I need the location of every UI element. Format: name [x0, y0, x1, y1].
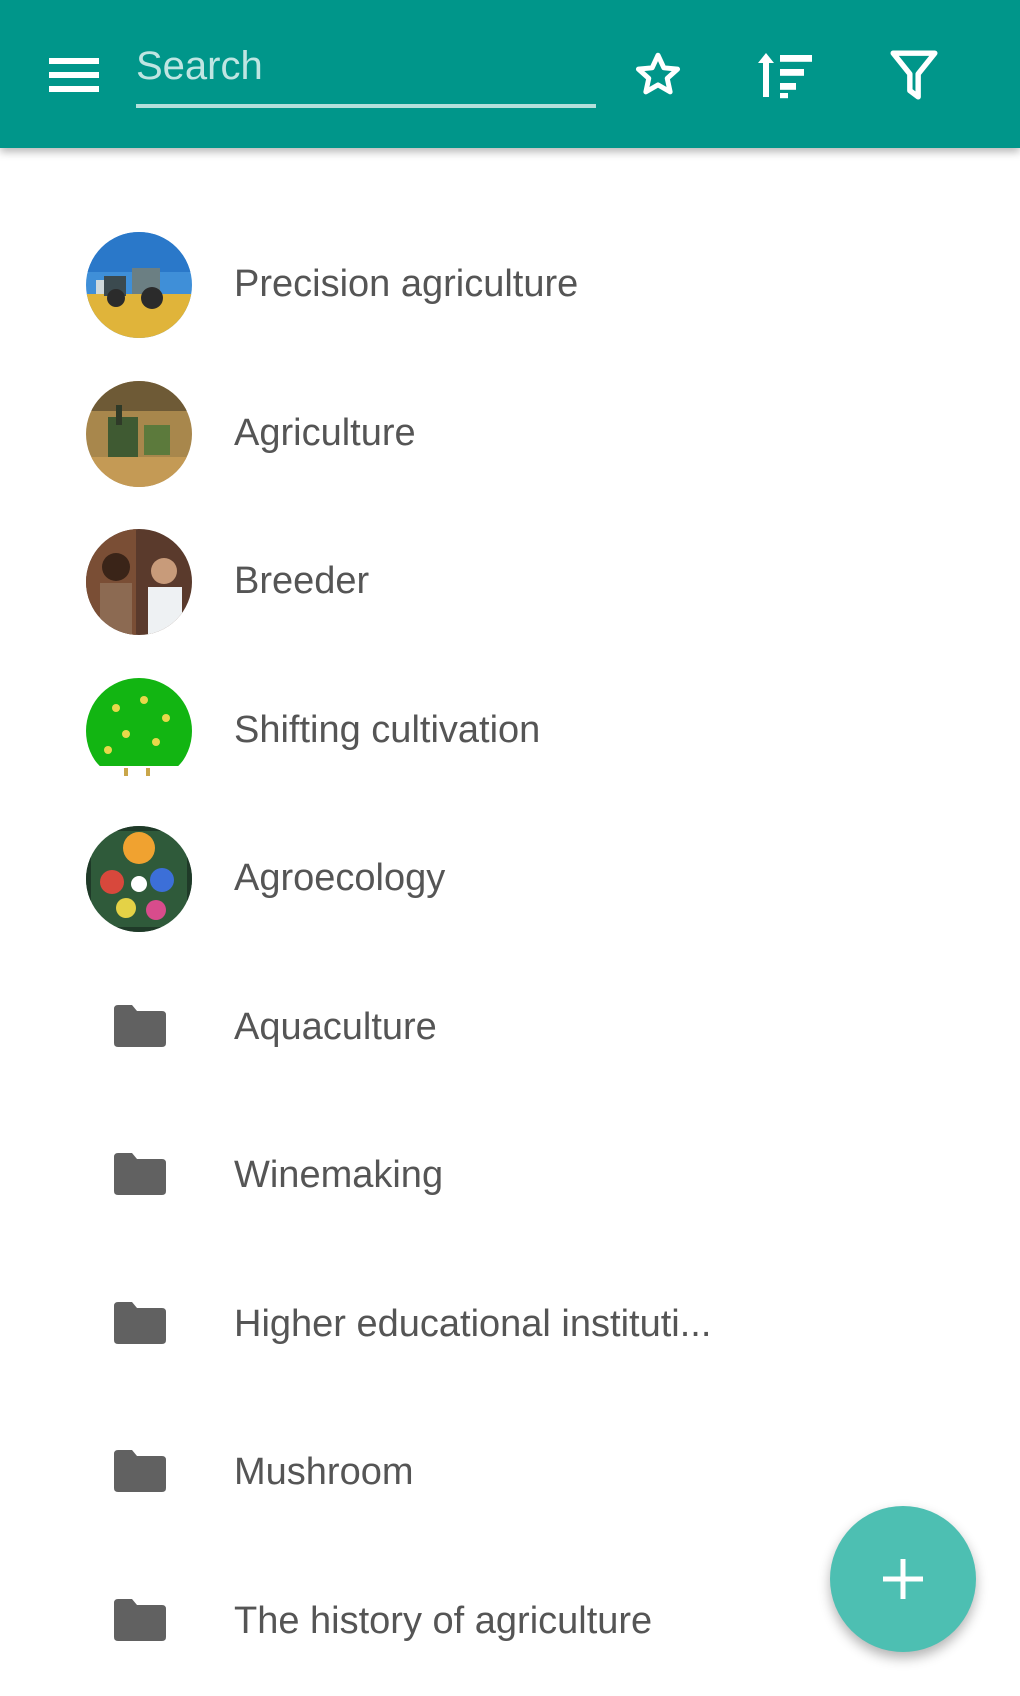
menu-icon — [49, 58, 99, 92]
plus-icon — [883, 1559, 923, 1599]
agroecology-thumbnail — [86, 826, 192, 932]
list-item[interactable]: Shifting cultivation — [0, 656, 1020, 805]
folder-icon — [114, 1450, 166, 1492]
filter-button[interactable] — [876, 40, 952, 110]
filter-icon — [890, 50, 938, 100]
list-item[interactable]: Aquaculture — [0, 953, 1020, 1102]
sort-button[interactable] — [748, 40, 824, 110]
topics-list: Precision agriculture Agriculture Breede… — [0, 210, 1020, 1695]
search-input[interactable] — [136, 30, 596, 102]
item-label: Winemaking — [234, 1154, 444, 1196]
app-screen: Precision agriculture Agriculture — [0, 0, 1020, 1696]
item-label: Shifting cultivation — [234, 708, 541, 751]
folder-icon — [114, 1598, 166, 1641]
search-box — [136, 30, 596, 110]
list-item[interactable]: Winemaking — [0, 1101, 1020, 1250]
item-label: The history of agriculture — [234, 1599, 653, 1642]
folder-icon — [114, 1153, 166, 1195]
item-label: Higher educational instituti... — [234, 1302, 712, 1345]
item-label: Precision agriculture — [234, 263, 579, 305]
search-underline — [136, 104, 596, 108]
agriculture-thumbnail — [86, 380, 192, 487]
list-item[interactable]: Agroecology — [0, 804, 1020, 953]
folder-icon — [114, 1301, 166, 1344]
item-label: Mushroom — [234, 1451, 414, 1493]
add-button[interactable] — [830, 1506, 976, 1652]
list-item[interactable]: Higher educational instituti... — [0, 1250, 1020, 1399]
menu-button[interactable] — [44, 50, 104, 100]
item-label: Agriculture — [234, 411, 416, 454]
list-item[interactable]: Breeder — [0, 507, 1020, 656]
breeder-thumbnail — [86, 529, 192, 635]
list-item[interactable]: Precision agriculture — [0, 210, 1020, 359]
item-label: Breeder — [234, 560, 370, 602]
star-icon — [635, 52, 681, 95]
shifting-cultivation-thumbnail — [86, 677, 192, 784]
item-label: Agroecology — [234, 857, 446, 899]
folder-icon — [114, 1004, 166, 1047]
item-label: Aquaculture — [234, 1005, 437, 1048]
top-toolbar — [0, 0, 1020, 148]
list-item[interactable]: Agriculture — [0, 359, 1020, 508]
favorites-button[interactable] — [620, 40, 696, 110]
precision-agriculture-thumbnail — [86, 232, 192, 338]
sort-icon — [758, 53, 812, 99]
